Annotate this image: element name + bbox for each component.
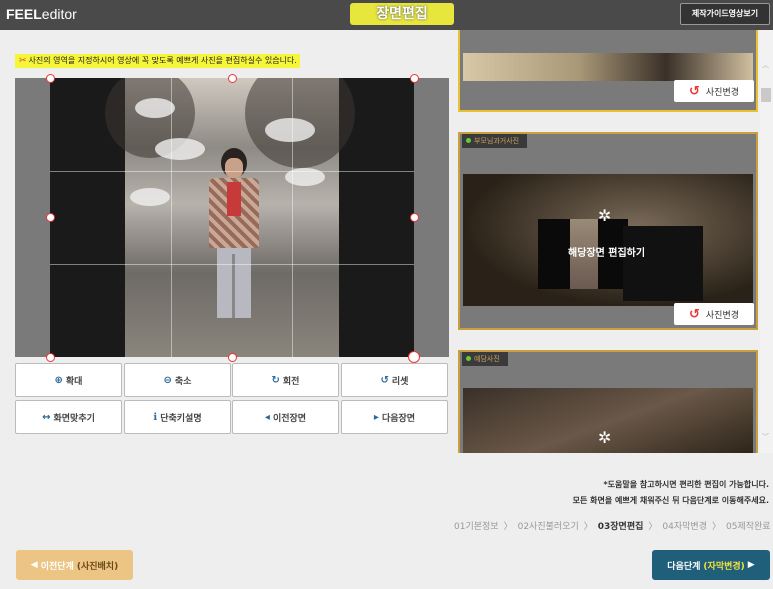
rotate-button[interactable]: ↻ 회전 (232, 363, 339, 397)
reset-icon: ↺ (380, 374, 389, 386)
guide-video-button[interactable]: 제작가이드영상보기 (680, 3, 770, 25)
edit-scene-link[interactable]: 해당장면 편집하기 (568, 244, 645, 259)
crop-handle-top[interactable] (228, 74, 237, 83)
undo-icon: ↺ (688, 306, 700, 322)
cursor-icon: ✲ (598, 206, 612, 225)
fit-screen-button[interactable]: ↔ 화면맞추기 (15, 400, 122, 434)
scene-thumbnail-2 (463, 174, 753, 306)
edited-photo (105, 78, 355, 357)
top-bar: FEELeditor 장면편집 제작가이드영상보기 (0, 0, 773, 30)
scene-tag-2: 부모님과거사진 (462, 134, 528, 148)
scene-card-3[interactable]: 예담사진 ✲ (458, 350, 758, 453)
scene-card-1[interactable]: ↺ 사진변경 (458, 30, 758, 112)
step-5: 05제작완료 (726, 522, 771, 532)
scene-tag-3: 예담사진 (462, 352, 508, 366)
help-line-2: 모든 화면을 예쁘게 채워주신 뒤 다음단계로 이동해주세요. (572, 496, 769, 505)
crop-handle-top-left[interactable] (46, 74, 55, 83)
step-2: 02사진불러오기 (517, 522, 579, 532)
zoom-in-button[interactable]: ⊕ 확대 (15, 363, 122, 397)
prev-step-button[interactable]: ◀ 이전단계 (사진배치) (16, 550, 133, 580)
step-4: 04자막변경 (662, 522, 707, 532)
info-icon: ℹ (153, 411, 158, 423)
app-logo: FEELeditor (6, 6, 77, 22)
person-figure (207, 148, 261, 323)
prev-scene-icon: ◂ (264, 411, 270, 423)
shortcut-help-button[interactable]: ℹ 단축키설명 (124, 400, 231, 434)
fit-width-icon: ↔ (42, 411, 51, 423)
crop-handle-right[interactable] (410, 213, 419, 222)
scroll-down-arrow[interactable]: ﹀ (762, 432, 769, 442)
scene-list[interactable]: ↺ 사진변경 부모님과거사진 ✲ 해당장면 편집하기 ↺ 사진변경 예담사진 ✲ (456, 30, 758, 453)
arrow-right-icon: ▶ (747, 560, 755, 570)
step-3-current: 03장면편집 (597, 522, 644, 532)
crop-handle-top-right[interactable] (410, 74, 419, 83)
change-photo-button-2[interactable]: ↺ 사진변경 (674, 303, 754, 325)
zoom-in-icon: ⊕ (54, 374, 63, 386)
progress-steps: 01기본정보 〉 02사진불러오기 〉 03장면편집 〉 04자막변경 〉 05제작완료 (454, 519, 771, 532)
scissors-icon: ✂ (19, 56, 27, 66)
step-1: 01기본정보 (454, 522, 499, 532)
next-scene-button[interactable]: ▸ 다음장면 (341, 400, 448, 434)
undo-icon: ↺ (688, 83, 700, 99)
crop-handle-left[interactable] (46, 213, 55, 222)
scrollbar-thumb[interactable] (761, 88, 771, 102)
reset-button[interactable]: ↺ 리셋 (341, 363, 448, 397)
page-title: 장면편집 (350, 3, 454, 25)
scene-thumbnail-1 (463, 53, 753, 81)
crop-handle-bottom-right[interactable] (408, 351, 420, 363)
arrow-left-icon: ◀ (30, 560, 38, 570)
change-photo-button-1[interactable]: ↺ 사진변경 (674, 80, 754, 102)
scroll-up-arrow[interactable]: ︿ (762, 60, 769, 70)
help-line-1: *도움말을 참고하시면 편리한 편집이 가능합니다. (603, 480, 769, 489)
prev-scene-button[interactable]: ◂ 이전장면 (232, 400, 339, 434)
scene-card-2[interactable]: 부모님과거사진 ✲ 해당장면 편집하기 ↺ 사진변경 (458, 132, 758, 330)
cursor-icon: ✲ (598, 428, 612, 447)
crop-area[interactable] (50, 78, 414, 357)
crop-handle-bottom-left[interactable] (46, 353, 55, 362)
crop-handle-bottom[interactable] (228, 353, 237, 362)
zoom-out-icon: ⊖ (163, 374, 172, 386)
photo-editor-canvas[interactable] (15, 74, 449, 363)
next-step-button[interactable]: 다음단계 (자막변경) ▶ (652, 550, 770, 580)
instruction-text: 사진의 영역을 지정하시어 영상에 꼭 맞도록 예쁘게 사진을 편집하실수 있습… (28, 56, 297, 65)
instruction-banner: ✂ 사진의 영역을 지정하시어 영상에 꼭 맞도록 예쁘게 사진을 편집하실수 … (15, 54, 300, 68)
zoom-out-button[interactable]: ⊖ 축소 (124, 363, 231, 397)
rotate-icon: ↻ (271, 374, 280, 386)
next-scene-icon: ▸ (373, 411, 379, 423)
